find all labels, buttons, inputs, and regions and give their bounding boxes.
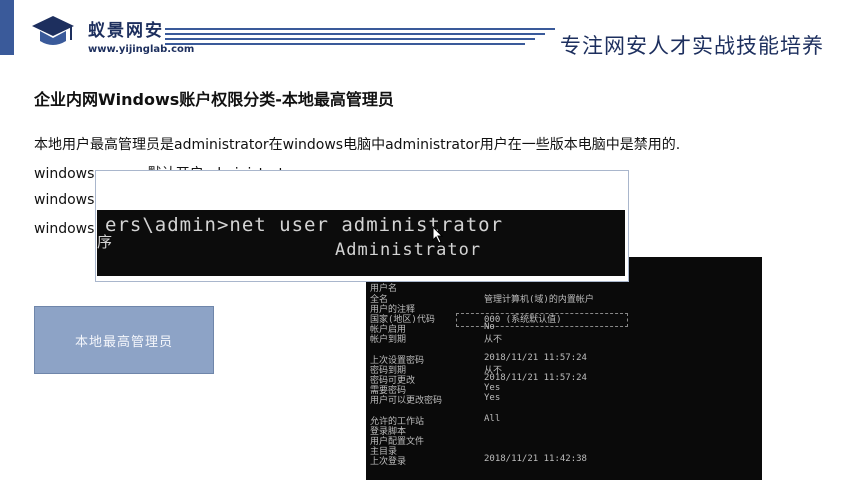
paragraph-3: windows bbox=[34, 192, 95, 208]
output-row-value: 2018/11/21 11:57:24 bbox=[484, 353, 587, 363]
command-side-text: 序 bbox=[97, 233, 113, 251]
local-admin-badge: 本地最高管理员 bbox=[34, 306, 214, 374]
output-row-value: All bbox=[484, 414, 501, 424]
graduation-cap-icon bbox=[32, 16, 74, 45]
output-row-label: 上次登录 bbox=[370, 457, 407, 467]
output-row-value: Yes bbox=[484, 393, 501, 403]
command-window: ers\admin>net user administrator Adminis… bbox=[97, 210, 625, 276]
output-row-value: 2018/11/21 11:42:38 bbox=[484, 454, 587, 464]
paragraph-1: 本地用户最高管理员是administrator在windows电脑中admini… bbox=[34, 137, 681, 153]
paragraph-4: windows bbox=[34, 221, 95, 237]
output-row-label: 帐户到期 bbox=[370, 335, 407, 345]
output-row-value: Yes bbox=[484, 383, 501, 393]
output-row-value: 000 (系统默认值) bbox=[484, 315, 562, 325]
output-row-value: 管理计算机(域)的内置帐户 bbox=[484, 295, 594, 305]
output-row-value: 2018/11/21 11:57:24 bbox=[484, 373, 587, 383]
header-slogan: 专注网安人才实战技能培养 bbox=[560, 34, 824, 58]
header-left-bar bbox=[0, 0, 14, 55]
output-row-value: No bbox=[484, 322, 495, 332]
header-stripes bbox=[165, 28, 555, 46]
output-row-label: 用户可以更改密码 bbox=[370, 396, 443, 406]
output-row-value: 从不 bbox=[484, 335, 503, 345]
command-output: Administrator bbox=[335, 240, 482, 260]
page-title: 企业内网Windows账户权限分类-本地最高管理员 bbox=[34, 90, 394, 109]
mouse-cursor-icon bbox=[432, 226, 444, 244]
brand-name: 蚁景网安 bbox=[88, 21, 164, 41]
net-user-output: 用户名 全名 管理计算机(域)的内置帐户 用户的注释 国家(地区)代码 000 (系统默认… bbox=[366, 257, 762, 480]
